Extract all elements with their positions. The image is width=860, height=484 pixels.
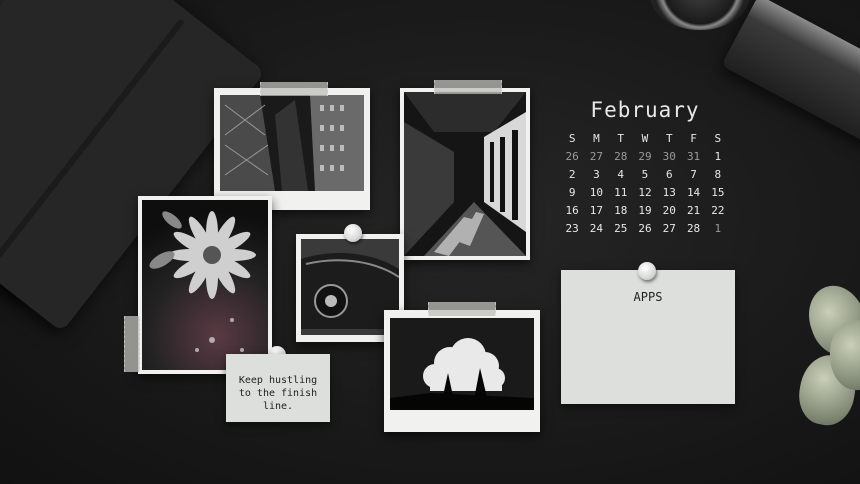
- calendar-day: 6: [665, 168, 673, 181]
- calendar-widget: February S M T W T F S 26 27 28 29 30 31 1 2 3 4 5…: [560, 98, 730, 235]
- tape-strip: [260, 82, 328, 96]
- photo-flower: [138, 196, 272, 374]
- apps-note[interactable]: APPS: [561, 270, 735, 404]
- weekday-label: S: [568, 132, 576, 145]
- calendar-day: 2: [568, 168, 576, 181]
- calendar-day: 14: [686, 186, 701, 199]
- weekday-label: T: [617, 132, 625, 145]
- photo-cloud-trees: [384, 310, 540, 432]
- calendar-day: 8: [714, 168, 722, 181]
- calendar-month-title: February: [590, 98, 700, 122]
- calendar-day: 21: [686, 204, 701, 217]
- calendar-day: 24: [589, 222, 604, 235]
- flower-image: [149, 211, 256, 352]
- calendar-day: 25: [614, 222, 628, 235]
- calendar-day: 15: [711, 186, 725, 199]
- calendar-day: 28: [614, 150, 628, 163]
- calendar-day: 10: [589, 186, 604, 199]
- weekday-label: M: [593, 132, 600, 145]
- photo-skyscrapers: [214, 88, 370, 210]
- calendar-day: 1: [714, 222, 722, 235]
- calendar-day: 19: [638, 204, 652, 217]
- calendar-day: 18: [614, 204, 628, 217]
- calendar-day: 22: [711, 204, 725, 217]
- cloud-trees-image: [390, 318, 534, 410]
- calendar-day: 27: [589, 150, 604, 163]
- calendar-day: 28: [686, 222, 701, 235]
- succulent-plant-decoration: [794, 277, 860, 430]
- calendar-day: 1: [714, 150, 722, 163]
- tape-strip: [124, 316, 140, 372]
- calendar-day: 26: [565, 150, 579, 163]
- calendar-day: 11: [614, 186, 628, 199]
- calendar-day: 27: [662, 222, 676, 235]
- calendar-grid: S M T W T F S 26 27 28 29 30 31 1 2 3 4 5 6 7 8 9 10 11 1…: [560, 132, 730, 235]
- quote-text-line: to the finish: [238, 388, 318, 399]
- calendar-day: 13: [662, 186, 676, 199]
- weekday-label: W: [641, 132, 649, 145]
- push-pin: [638, 262, 656, 280]
- calendar-day: 4: [617, 168, 625, 181]
- calendar-day: 12: [638, 186, 652, 199]
- calendar-day: 5: [641, 168, 649, 181]
- quote-text-line: line.: [262, 401, 294, 412]
- calendar-day: 23: [565, 222, 579, 235]
- tape-strip: [428, 302, 496, 316]
- calendar-day: 3: [593, 168, 600, 181]
- quote-text-line: Keep hustling: [238, 375, 318, 386]
- photo-corridor: [400, 88, 530, 260]
- skyscraper-image: [220, 95, 364, 191]
- tape-strip: [434, 80, 502, 94]
- calendar-day: 7: [690, 168, 697, 181]
- weekday-label: F: [690, 132, 697, 145]
- weekday-label: T: [665, 132, 673, 145]
- calendar-day: 26: [638, 222, 652, 235]
- calendar-day: 29: [638, 150, 652, 163]
- calendar-day: 31: [686, 150, 701, 163]
- calendar-day: 16: [565, 204, 579, 217]
- push-pin: [344, 224, 362, 242]
- calendar-day: 17: [589, 204, 604, 217]
- calendar-day: 30: [662, 150, 676, 163]
- corridor-image: [404, 92, 526, 256]
- quote-note: Keep hustling to the finish line.: [226, 354, 330, 422]
- calendar-day: 9: [568, 186, 576, 199]
- weekday-label: S: [714, 132, 722, 145]
- calendar-day: 20: [662, 204, 676, 217]
- apps-label: APPS: [633, 290, 663, 304]
